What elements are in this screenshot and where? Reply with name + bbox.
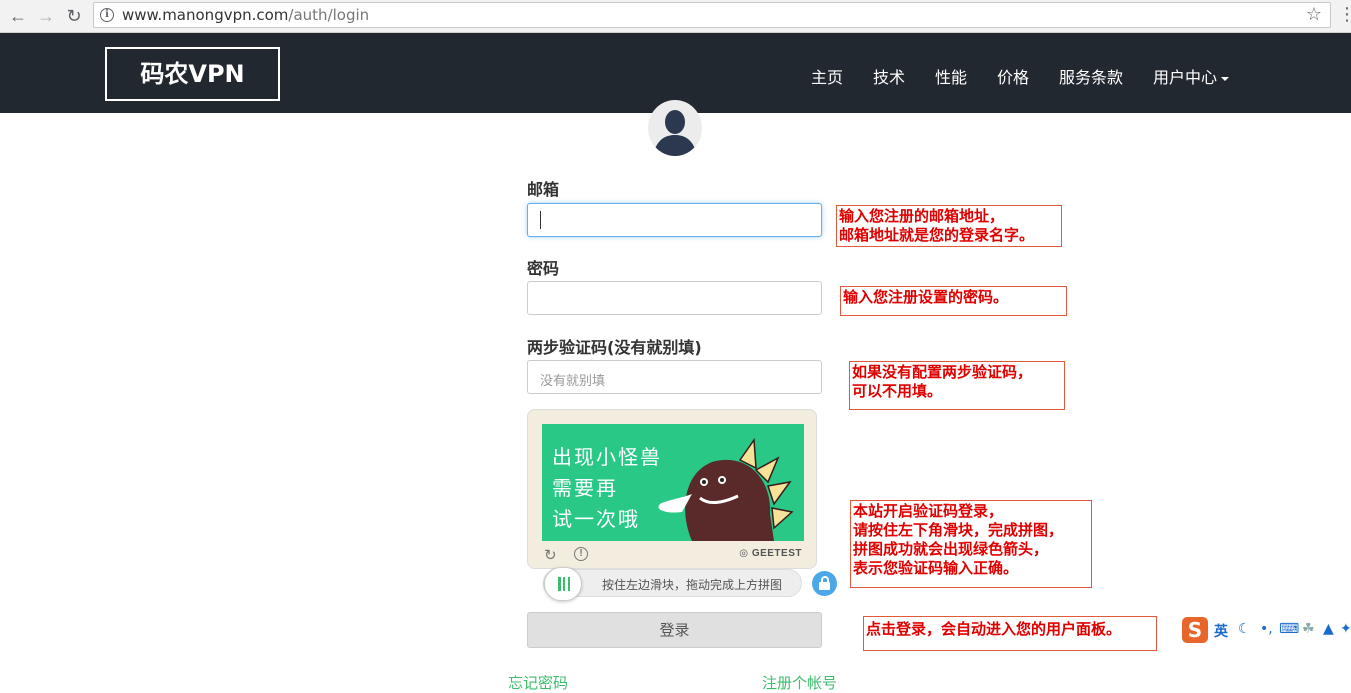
twofa-field[interactable]: 没有就别填 xyxy=(527,360,822,394)
browser-toolbar: ← → ↻ i www.manongvpn.com/auth/login ☆ ⋮ xyxy=(0,0,1351,33)
text-cursor xyxy=(540,211,541,229)
avatar xyxy=(648,100,702,156)
info-icon[interactable]: i xyxy=(100,8,114,22)
annotation-captcha-line4: 表示您验证码输入正确。 xyxy=(853,559,1019,577)
nav-home[interactable]: 主页 xyxy=(811,64,843,88)
annotation-captcha-line2: 请按住左下角滑块，完成拼图， xyxy=(853,521,1064,539)
twofa-label: 两步验证码(没有就别填) xyxy=(527,338,702,357)
annotation-password-text: 输入您注册设置的密码。 xyxy=(843,288,1009,306)
nav-tech[interactable]: 技术 xyxy=(873,64,905,88)
annotation-captcha-line3: 拼图成功就会出现绿色箭头， xyxy=(853,540,1049,558)
annotation-captcha: 本站开启验证码登录， 请按住左下角滑块，完成拼图， 拼图成功就会出现绿色箭头， … xyxy=(850,500,1092,588)
browser-menu-icon[interactable]: ⋮ xyxy=(1338,4,1351,25)
refresh-icon[interactable]: ↻ xyxy=(544,546,557,564)
captcha-slider-track[interactable]: 按住左边滑块，拖动完成上方拼图 xyxy=(543,567,802,601)
annotation-twofa-line1: 如果没有配置两步验证码， xyxy=(852,363,1033,381)
url-text: www.manongvpn.com/auth/login xyxy=(122,6,370,24)
address-bar[interactable]: i www.manongvpn.com/auth/login ☆ xyxy=(93,2,1331,28)
nav-performance[interactable]: 性能 xyxy=(935,64,967,88)
sogou-logo-icon[interactable]: S xyxy=(1182,617,1208,643)
user-silhouette-icon xyxy=(653,110,697,156)
forgot-password-link[interactable]: 忘记密码 xyxy=(508,672,568,693)
brand-logo[interactable]: 码农VPN xyxy=(105,47,280,101)
captcha-image: 出现小怪兽 需要再 试一次哦 xyxy=(542,424,804,541)
keyboard-icon[interactable]: ⌨ xyxy=(1279,621,1299,637)
back-arrow-icon[interactable]: ← xyxy=(6,4,30,28)
annotation-login-text: 点击登录，会自动进入您的用户面板。 xyxy=(866,620,1122,638)
captcha-panel: 出现小怪兽 需要再 试一次哦 ↻ ! ◎ GEETEST xyxy=(527,409,817,569)
nav-terms[interactable]: 服务条款 xyxy=(1059,64,1123,88)
monster-illustration xyxy=(658,437,794,541)
password-field[interactable] xyxy=(527,281,822,315)
caret-down-icon xyxy=(1221,76,1230,81)
nav-user-center[interactable]: 用户中心 xyxy=(1153,64,1230,88)
geetest-brand: GEETEST xyxy=(751,548,802,559)
reload-icon[interactable]: ↻ xyxy=(62,4,86,28)
annotation-login: 点击登录，会自动进入您的用户面板。 xyxy=(863,616,1157,651)
password-label: 密码 xyxy=(527,259,560,278)
register-link[interactable]: 注册个帐号 xyxy=(762,672,837,693)
tools-icon[interactable]: ✦ xyxy=(1340,621,1351,637)
ime-mode-toggle[interactable]: 英 xyxy=(1214,621,1228,641)
nav-user-center-label: 用户中心 xyxy=(1153,68,1218,87)
punctuation-icon[interactable]: •, xyxy=(1260,621,1273,637)
lock-icon xyxy=(812,571,837,596)
grip-bars-icon xyxy=(558,577,570,591)
bookmark-star-icon[interactable]: ☆ xyxy=(1306,4,1322,25)
annotation-captcha-line1: 本站开启验证码登录， xyxy=(853,502,1004,520)
slider-hint: 按住左边滑块，拖动完成上方拼图 xyxy=(602,578,783,592)
email-label: 邮箱 xyxy=(527,180,560,199)
forward-arrow-icon[interactable]: → xyxy=(34,4,58,28)
moon-icon[interactable]: ☾ xyxy=(1238,621,1251,637)
captcha-slider-handle[interactable] xyxy=(544,567,582,601)
annotation-password: 输入您注册设置的密码。 xyxy=(840,286,1067,316)
twofa-placeholder: 没有就别填 xyxy=(540,374,606,389)
annotation-email-line1: 输入您注册的邮箱地址， xyxy=(839,207,1005,225)
annotation-email-line2: 邮箱地址就是您的登录名字。 xyxy=(839,226,1035,244)
voice-icon[interactable]: ☘ xyxy=(1302,621,1315,637)
email-field[interactable] xyxy=(527,203,822,237)
ime-toolbar: S 英 ☾ •, ⌨ ☘ ▲ ✦ xyxy=(1180,615,1351,647)
shirt-icon[interactable]: ▲ xyxy=(1323,621,1334,637)
annotation-email: 输入您注册的邮箱地址， 邮箱地址就是您的登录名字。 xyxy=(836,205,1062,247)
annotation-twofa: 如果没有配置两步验证码， 可以不用填。 xyxy=(849,361,1065,410)
annotation-twofa-line2: 可以不用填。 xyxy=(852,382,943,400)
geetest-logo: ◎ GEETEST xyxy=(739,548,802,559)
nav-pricing[interactable]: 价格 xyxy=(997,64,1029,88)
help-icon[interactable]: ! xyxy=(574,547,588,561)
login-button[interactable]: 登录 xyxy=(527,612,822,648)
geetest-mark-icon: ◎ xyxy=(739,548,749,559)
